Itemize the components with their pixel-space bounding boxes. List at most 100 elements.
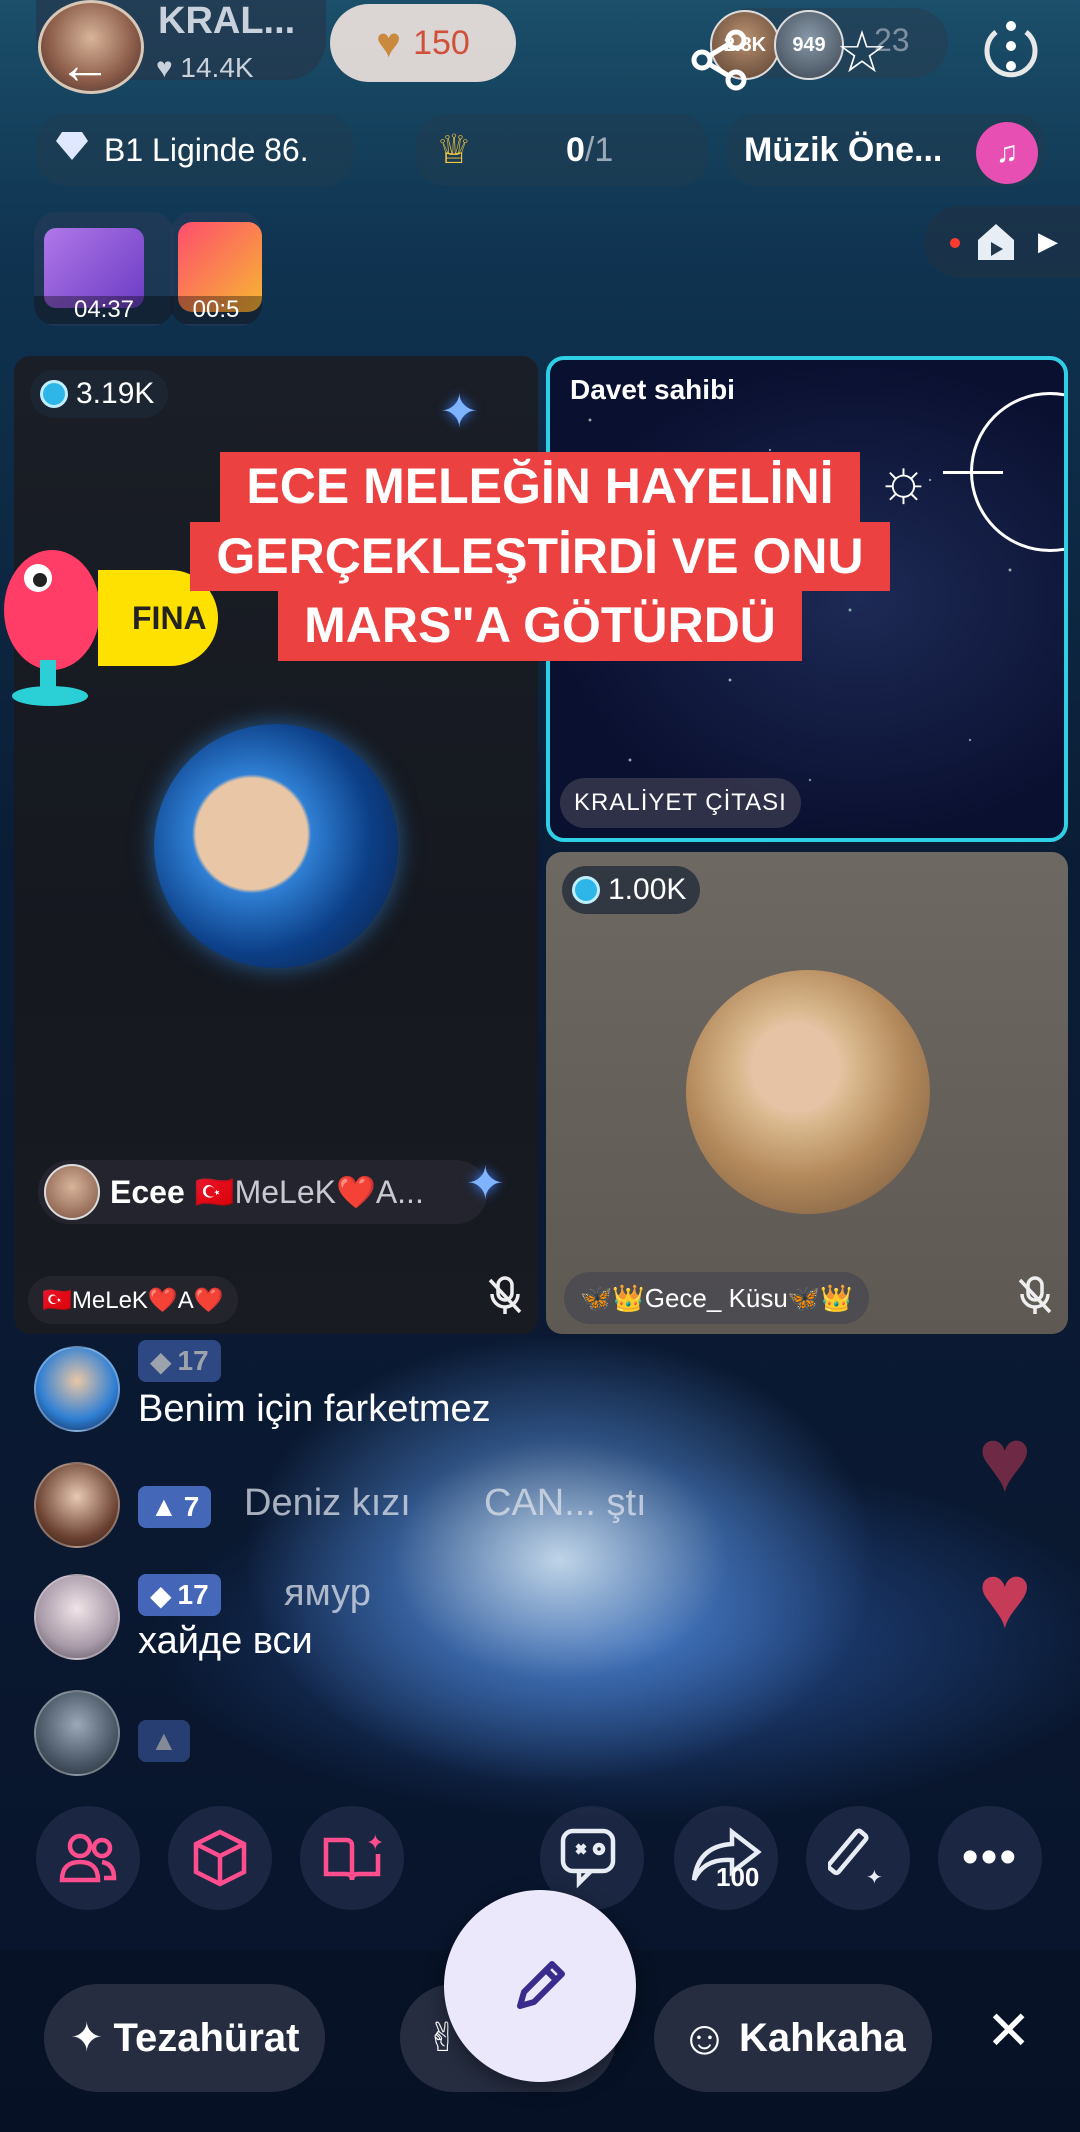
play-icon[interactable]: ▶	[1038, 226, 1058, 257]
mic-off-icon	[488, 1276, 522, 1325]
guest-avatar[interactable]	[686, 970, 930, 1214]
caption-line: MARS"A GÖTÜRDÜ	[278, 591, 802, 661]
avatar	[44, 1164, 100, 1220]
caption-line: ECE MELEĞİN HAYELİNİ	[220, 452, 860, 522]
star-icon[interactable]: ☆	[836, 24, 888, 82]
tile-score: 3.19K	[76, 377, 155, 410]
home-icon[interactable]	[974, 220, 1018, 269]
wand-icon: ✦	[828, 1828, 883, 1888]
host-likes-count: 14.4K	[180, 52, 254, 83]
crown-score: 0/1	[566, 131, 613, 170]
host-label: Davet sahibi	[570, 374, 735, 405]
royal-frame-label: KRALİYET ÇİTASI	[560, 778, 801, 828]
level-value: 7	[183, 1491, 200, 1522]
diamond-icon: ◆	[150, 1579, 172, 1611]
triangle-icon: ▲	[150, 1491, 178, 1522]
chat-text: CAN... ştı	[484, 1482, 647, 1524]
gift-box-button[interactable]	[168, 1806, 272, 1910]
cheer-reaction-button[interactable]: ✦ Tezahürat	[44, 1984, 326, 2092]
chat-text: хайде вси	[138, 1620, 313, 1662]
avatar[interactable]	[34, 1346, 120, 1432]
gift-timer: 00:5	[170, 296, 262, 324]
level-badge: ◆ 17	[138, 1340, 221, 1382]
music-label: Müzik Öne...	[744, 130, 943, 169]
league-label: B1 Liginde 86.	[104, 131, 309, 168]
pencil-icon	[517, 1961, 565, 2009]
level-value: 17	[177, 1579, 209, 1610]
diamond-icon	[54, 130, 90, 170]
level-badge: ◆ 17	[138, 1574, 221, 1616]
gift-slot[interactable]: 00:5	[170, 212, 262, 326]
shield-icon	[572, 876, 600, 904]
level-badge: ▲ 7	[138, 1486, 212, 1528]
game-chat-icon	[560, 1828, 616, 1889]
live-controls[interactable]: ▶	[924, 206, 1080, 278]
main-avatar[interactable]	[154, 724, 398, 968]
svg-text:✦: ✦	[366, 1831, 382, 1856]
laugh-reaction-button[interactable]: ☺ Kahkaha	[654, 1984, 932, 2092]
tile-sub-label: 🇹🇷MeLeK❤️A❤️	[28, 1276, 238, 1324]
crown-score-value: 0	[566, 130, 585, 169]
magic-wand-button[interactable]: ✦	[806, 1806, 910, 1910]
tile-score: 1.00K	[608, 873, 687, 906]
gift-slot[interactable]: 04:37	[34, 212, 174, 326]
sparkle-icon: ✦	[440, 385, 479, 437]
viewer-badge: 949	[792, 33, 826, 56]
caption-overlay: ECE MELEĞİN HAYELİNİ GERÇEKLEŞTİRDİ VE O…	[0, 452, 1080, 661]
mic-off-icon	[1018, 1276, 1052, 1325]
level-badge: ▲	[138, 1720, 190, 1762]
close-icon[interactable]: ✕	[986, 2004, 1031, 2058]
svg-text:✦: ✦	[866, 1865, 883, 1888]
megaphone-icon: ✦	[70, 2016, 104, 2060]
music-note-icon[interactable]: ♫	[976, 122, 1038, 184]
smile-icon: ☺	[680, 2011, 730, 2065]
level-value: 17	[177, 1345, 209, 1376]
more-button[interactable]: •••	[938, 1806, 1042, 1910]
crown-icon: ♕	[436, 128, 472, 172]
shield-icon	[40, 380, 68, 408]
gift-timer: 04:37	[34, 296, 174, 324]
sparkle-icon: ✦	[466, 1157, 505, 1209]
tile-name: Ecee	[110, 1173, 185, 1210]
power-icon[interactable]	[980, 12, 1042, 89]
tile-name-pill[interactable]: Ecee 🇹🇷MeLeK❤️A...	[38, 1160, 488, 1224]
viewer-avatar[interactable]: 949	[774, 10, 844, 80]
back-arrow-icon[interactable]: ←	[58, 38, 112, 92]
heart-icon: ♥	[156, 52, 173, 83]
floating-heart-icon: ♥	[978, 1411, 1032, 1511]
guest-tile[interactable]: 1.00K 🦋👑Gece_ Küsu🦋👑	[546, 852, 1068, 1334]
compose-button[interactable]	[444, 1890, 636, 2082]
more-dots-icon: •••	[961, 1831, 1019, 1884]
share-icon[interactable]	[688, 28, 752, 97]
avatar[interactable]	[34, 1574, 120, 1660]
tile-score-badge: 1.00K	[562, 866, 701, 914]
diamond-icon: ◆	[150, 1345, 172, 1377]
tile-score-badge: 3.19K	[30, 370, 169, 418]
host-name: KRAL...	[158, 0, 296, 42]
crown-score-pill[interactable]: ♕ 0/1	[416, 114, 708, 186]
book-sparkle-icon: ✦	[323, 1831, 382, 1881]
book-button[interactable]: ✦	[300, 1806, 404, 1910]
heart-count: 150	[413, 23, 470, 62]
chat-text: Benim için farketmez	[138, 1388, 491, 1430]
league-pill[interactable]: B1 Liginde 86.	[36, 114, 354, 186]
tile-name-rest: 🇹🇷MeLeK❤️A...	[194, 1174, 424, 1210]
floating-heart-icon: ♥	[978, 1547, 1032, 1647]
avatar[interactable]	[34, 1690, 120, 1776]
reaction-label: Tezahürat	[113, 2015, 300, 2060]
participants-button[interactable]	[36, 1806, 140, 1910]
share-count: 100	[716, 1862, 760, 1892]
share-button[interactable]: 100	[674, 1806, 778, 1910]
follow-heart-button[interactable]: ♥ 150	[330, 4, 516, 82]
caption-line: GERÇEKLEŞTİRDİ VE ONU	[190, 521, 890, 591]
cube-icon	[193, 1829, 247, 1887]
avatar[interactable]	[34, 1462, 120, 1548]
reaction-label: Kahkaha	[739, 2015, 906, 2060]
people-icon	[59, 1833, 117, 1883]
chat-name: ямур	[284, 1572, 371, 1614]
heart-icon: ♥	[376, 19, 402, 66]
guest-name[interactable]: 🦋👑Gece_ Küsu🦋👑	[564, 1272, 869, 1324]
host-likes: ♥ 14.4K	[156, 52, 254, 84]
triangle-icon: ▲	[150, 1725, 178, 1756]
live-dot	[950, 238, 960, 248]
